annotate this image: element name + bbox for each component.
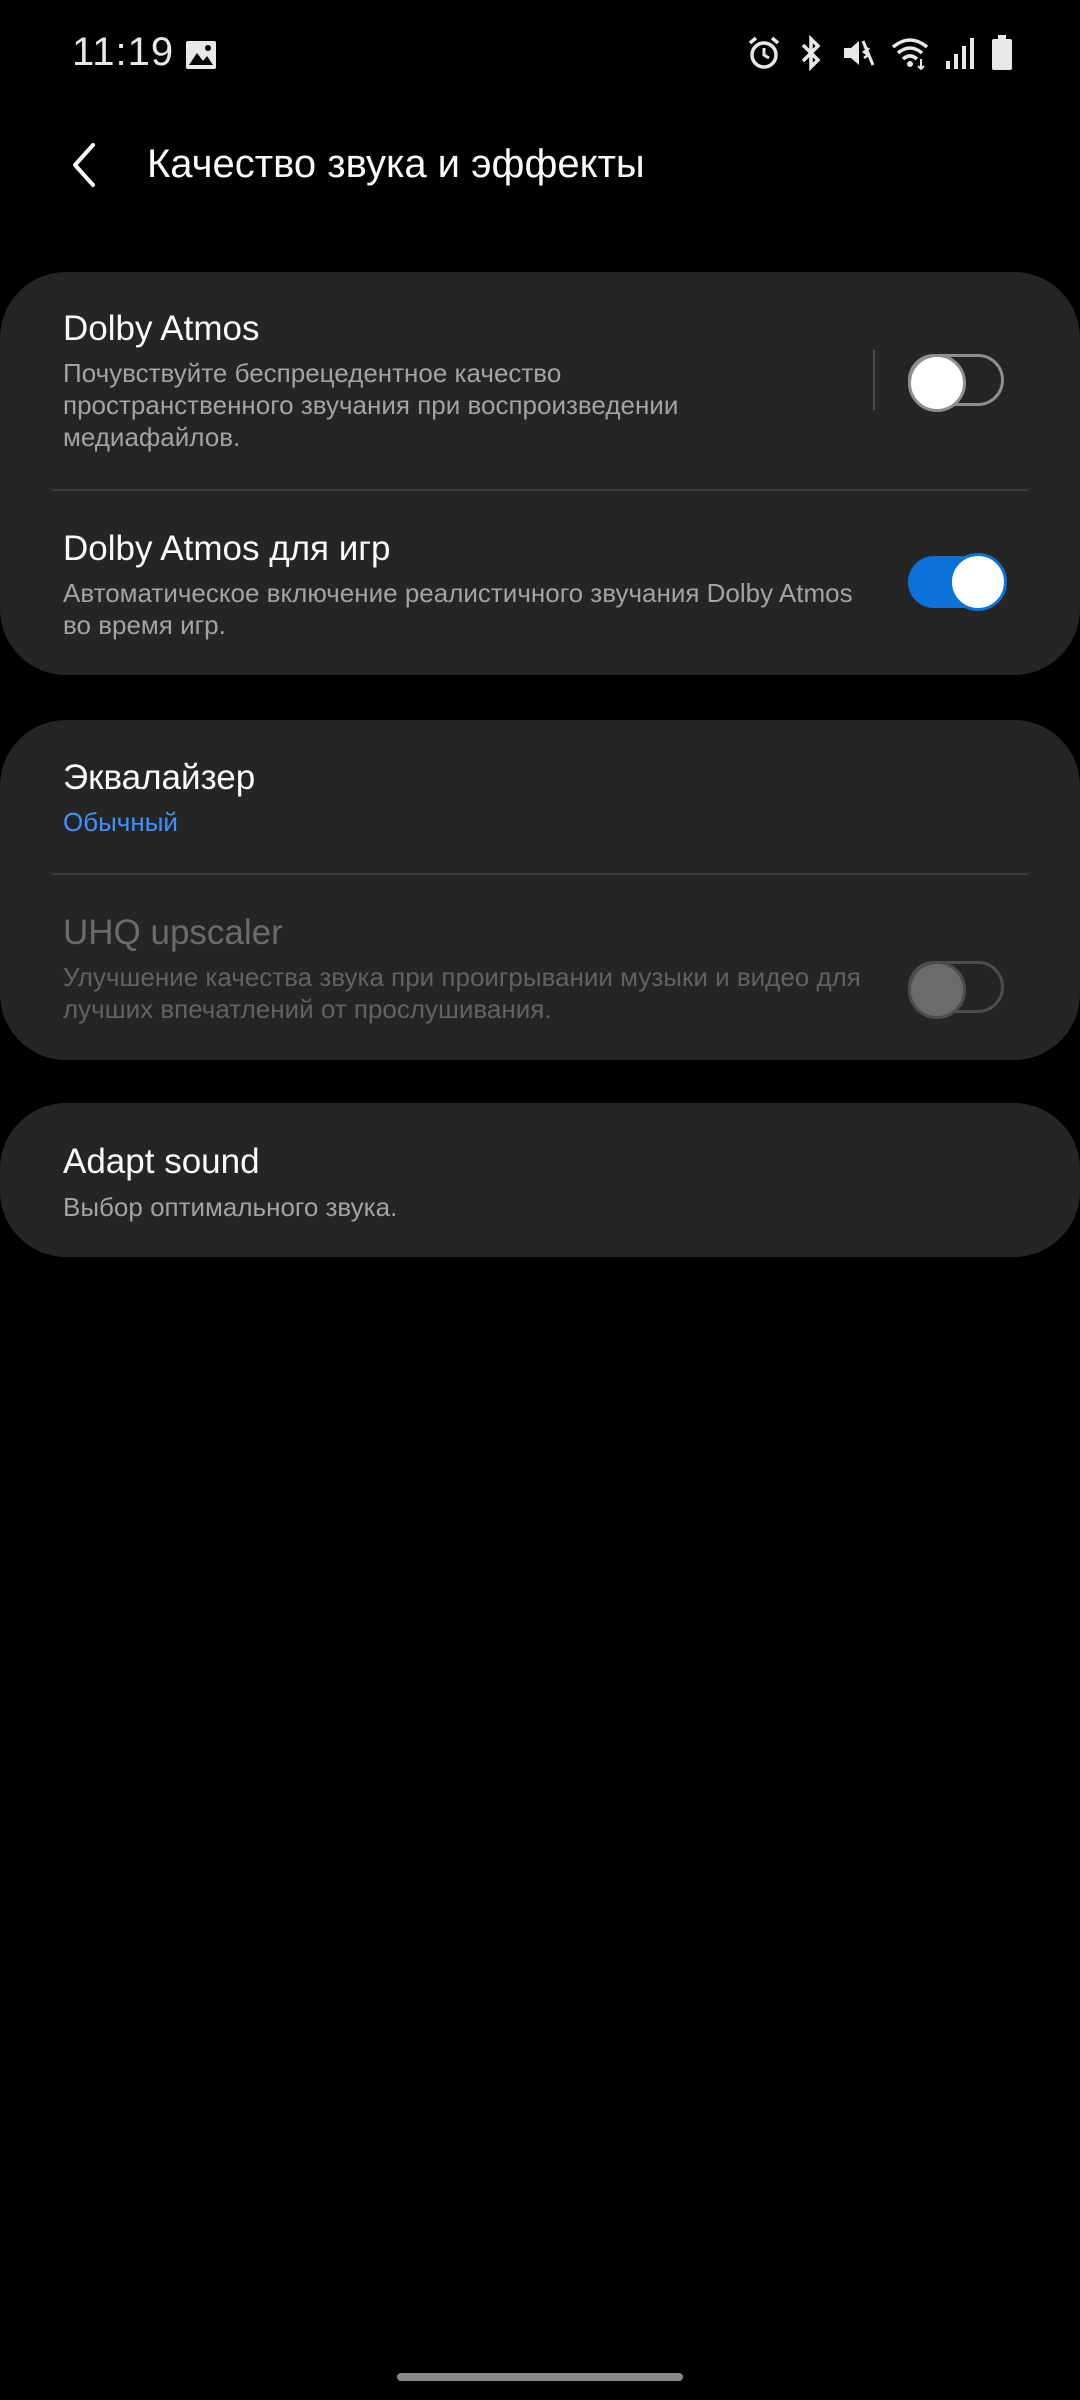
dolby-atmos-switch[interactable] — [908, 354, 1004, 412]
switch-knob — [908, 961, 966, 1019]
uhq-upscaler-switch — [908, 961, 1004, 1019]
equalizer-title: Эквалайзер — [63, 758, 256, 797]
wifi-icon — [891, 38, 929, 71]
dolby-atmos-games-title: Dolby Atmos для игр — [63, 529, 391, 568]
adapt-sound-card: Adapt sound Выбор оптимального звука. — [0, 1103, 1080, 1257]
dolby-atmos-games-row[interactable]: Dolby Atmos для игр Автоматическое включ… — [0, 491, 1080, 675]
adapt-sound-row[interactable]: Adapt sound Выбор оптимального звука. — [0, 1103, 1080, 1257]
equalizer-value: Обычный — [63, 807, 178, 837]
gallery-icon — [186, 41, 216, 69]
signal-icon — [946, 38, 974, 69]
equalizer-row[interactable]: Эквалайзер Обычный — [0, 720, 1080, 873]
dolby-atmos-games-switch[interactable] — [908, 553, 1007, 611]
dolby-atmos-title: Dolby Atmos — [63, 309, 260, 348]
uhq-upscaler-row: UHQ upscaler Улучшение качества звука пр… — [0, 875, 1080, 1060]
uhq-upscaler-title: UHQ upscaler — [63, 913, 283, 952]
uhq-upscaler-description: Улучшение качества звука при проигрывани… — [63, 962, 861, 1024]
switch-knob — [908, 354, 966, 412]
adapt-sound-title: Adapt sound — [63, 1142, 260, 1181]
status-bar: 11:19 — [0, 0, 1080, 110]
app-bar: Качество звука и эффекты — [0, 110, 1080, 220]
adapt-sound-description: Выбор оптимального звука. — [63, 1192, 398, 1222]
dolby-atmos-description: Почувствуйте беспрецедентное качество пр… — [63, 358, 679, 452]
alarm-icon — [748, 36, 780, 69]
status-icons — [746, 34, 1014, 72]
sound-card: Эквалайзер Обычный UHQ upscaler Улучшени… — [0, 720, 1080, 1060]
chevron-left-icon — [73, 143, 95, 187]
battery-icon — [992, 35, 1012, 70]
dolby-atmos-games-description: Автоматическое включение реалистичного з… — [63, 578, 853, 640]
mute-vibrate-icon — [844, 40, 875, 66]
page-title: Качество звука и эффекты — [147, 142, 645, 186]
dolby-card: Dolby Atmos Почувствуйте беспрецедентное… — [0, 272, 1080, 675]
row-vertical-divider — [873, 350, 875, 410]
bluetooth-icon — [801, 34, 821, 72]
dolby-atmos-row[interactable]: Dolby Atmos Почувствуйте беспрецедентное… — [0, 272, 1080, 489]
status-time: 11:19 — [72, 30, 175, 74]
switch-knob — [949, 553, 1007, 611]
home-indicator[interactable] — [397, 2373, 683, 2381]
back-button[interactable] — [52, 132, 118, 198]
